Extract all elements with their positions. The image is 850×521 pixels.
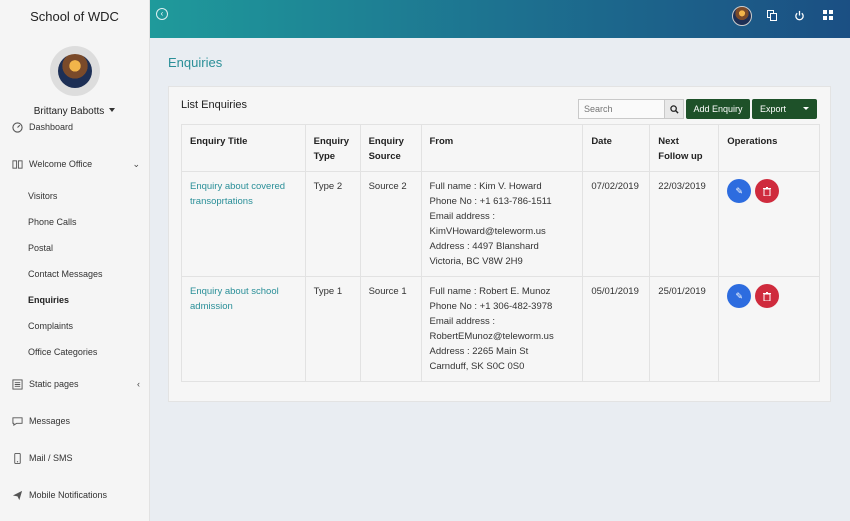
from-email-label: Email address : [429,316,495,327]
sidebar-item-welcome-office[interactable]: Welcome Office ⌄ [0,154,150,174]
search-input[interactable] [578,99,665,119]
submenu-complaints[interactable]: Complaints [28,319,73,333]
table-row: Enquiry about school admission Type 1 So… [181,276,820,382]
enquiry-from: Full name : Kim V. Howard Phone No : +1 … [420,171,584,277]
trash-icon [763,291,772,301]
enquiry-date: 05/01/2019 [582,276,651,382]
table-header-row: Enquiry Title Enquiry Type Enquiry Sourc… [181,124,820,172]
delete-button[interactable] [755,179,780,203]
dashboard-icon [12,121,23,133]
card-title: List Enquiries [181,99,248,111]
trash-icon [763,186,772,196]
operations-cell: ✎ [718,171,820,277]
sidebar-item-label: Messages [29,416,71,426]
export-label: Export [760,104,787,114]
enquiry-source: Source 2 [359,171,422,277]
enquiry-follow-up: 22/03/2019 [649,171,720,277]
chevron-left-icon: ‹ [137,379,140,389]
add-enquiry-button[interactable]: Add Enquiry [686,99,750,119]
pages-icon [12,378,23,390]
grid-icon[interactable] [822,10,834,22]
from-address-line1: Address : 2265 Main St [429,346,529,357]
top-bar: ‹ [150,0,850,38]
from-name: Full name : Robert E. Munoz [429,286,551,297]
sidebar-item-dashboard[interactable]: Dashboard [0,117,150,137]
table-row: Enquiry about covered transoprtations Ty… [181,171,820,277]
sidebar-item-mail-sms[interactable]: Mail / SMS [0,448,150,468]
pencil-icon: ✎ [735,185,743,196]
enquiry-title-link[interactable]: Enquiry about school admission [181,276,306,382]
column-header: Operations [718,124,820,172]
column-header[interactable]: Date [582,124,651,172]
column-header[interactable]: From [420,124,584,172]
from-email-label: Email address : [429,211,495,222]
from-name: Full name : Kim V. Howard [429,181,542,192]
enquiries-card: List Enquiries Add Enquiry Export Enquir… [168,86,831,402]
submenu-phone-calls[interactable]: Phone Calls [28,215,77,229]
sidebar-item-static-pages[interactable]: Static pages ‹ [0,374,150,394]
user-name: Brittany Babotts [33,106,105,117]
search-icon [669,104,679,114]
edit-button[interactable]: ✎ [727,284,752,308]
export-button[interactable]: Export [752,99,817,119]
chevron-down-icon: ⌄ [132,158,140,169]
column-header[interactable]: Next Follow up [649,124,720,172]
phone-icon [12,452,23,464]
from-email: RobertEMunoz@teleworm.us [429,331,554,342]
column-header[interactable]: Enquiry Title [181,124,306,172]
column-header[interactable]: Enquiry Type [304,124,361,172]
enquiry-from: Full name : Robert E. Munoz Phone No : +… [420,276,584,382]
from-email: KimVHoward@teleworm.us [429,226,546,237]
enquiry-source: Source 1 [359,276,422,382]
search-button[interactable] [664,99,684,119]
sidebar-item-label: Mail / SMS [29,453,73,463]
sidebar-item-label: Dashboard [29,122,74,132]
enquiries-table: Enquiry Title Enquiry Type Enquiry Sourc… [181,124,820,382]
sidebar-item-label: Welcome Office [29,159,93,169]
column-header[interactable]: Enquiry Source [359,124,422,172]
send-icon [12,490,23,501]
operations-cell: ✎ [718,276,820,382]
back-circle-icon[interactable]: ‹ [156,8,168,20]
from-address-line2: Carnduff, SK S0C 0S0 [429,361,525,372]
sidebar: School of WDC Brittany Babotts Dashboard… [0,0,150,521]
sidebar-item-mobile-notifications[interactable]: Mobile Notifications [0,485,150,505]
pencil-icon: ✎ [735,290,743,301]
delete-button[interactable] [755,284,780,308]
brand-title: School of WDC [30,9,119,24]
from-address-line2: Victoria, BC V8W 2H9 [429,256,523,267]
page-title: Enquiries [168,55,223,70]
translate-icon[interactable] [766,10,778,22]
submenu-visitors[interactable]: Visitors [28,189,57,203]
user-avatar[interactable] [49,46,100,96]
enquiry-date: 07/02/2019 [582,171,651,277]
submenu-contact-messages[interactable]: Contact Messages [28,267,103,281]
caret-down-icon [109,108,116,112]
enquiry-title-link[interactable]: Enquiry about covered transoprtations [181,171,306,277]
enquiry-follow-up: 25/01/2019 [649,276,720,382]
power-icon[interactable] [793,10,805,22]
enquiry-type: Type 2 [304,171,361,277]
submenu-enquiries[interactable]: Enquiries [28,293,69,307]
from-phone: Phone No : +1 613-786-1511 [429,196,552,207]
submenu-office-categories[interactable]: Office Categories [28,345,97,359]
user-menu[interactable]: Brittany Babotts [0,106,149,117]
edit-button[interactable]: ✎ [727,179,752,203]
from-phone: Phone No : +1 306-482-3978 [429,301,553,312]
submenu-postal[interactable]: Postal [28,241,53,255]
from-address-line1: Address : 4497 Blanshard [429,241,539,252]
user-avatar[interactable] [732,6,752,26]
chat-icon [12,416,23,427]
caret-down-icon [803,107,809,110]
book-icon [12,159,23,170]
enquiry-type: Type 1 [304,276,361,382]
sidebar-item-label: Mobile Notifications [29,490,108,500]
sidebar-item-label: Static pages [29,379,79,389]
sidebar-item-messages[interactable]: Messages [0,411,150,431]
avatar-image [57,54,92,88]
